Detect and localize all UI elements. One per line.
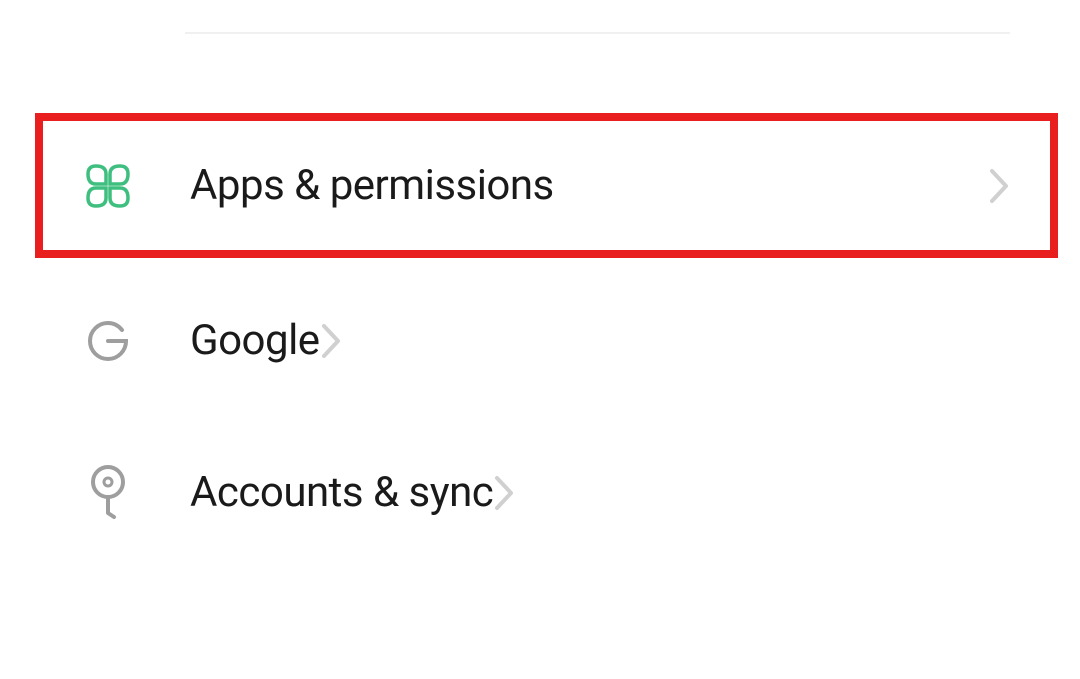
settings-item-label: Apps & permissions — [190, 161, 988, 210]
chevron-right-icon — [320, 322, 342, 360]
apps-icon — [85, 163, 130, 208]
settings-item-apps-permissions[interactable]: Apps & permissions — [35, 113, 1058, 258]
settings-item-label: Accounts & sync — [190, 468, 493, 517]
section-divider — [185, 32, 1010, 34]
settings-item-accounts-sync[interactable]: Accounts & sync — [0, 425, 585, 560]
chevron-right-icon — [988, 167, 1010, 205]
key-icon — [85, 470, 130, 515]
settings-item-google[interactable]: Google — [0, 273, 412, 408]
settings-item-label: Google — [190, 316, 320, 365]
chevron-right-icon — [493, 474, 515, 512]
google-icon — [85, 318, 130, 363]
